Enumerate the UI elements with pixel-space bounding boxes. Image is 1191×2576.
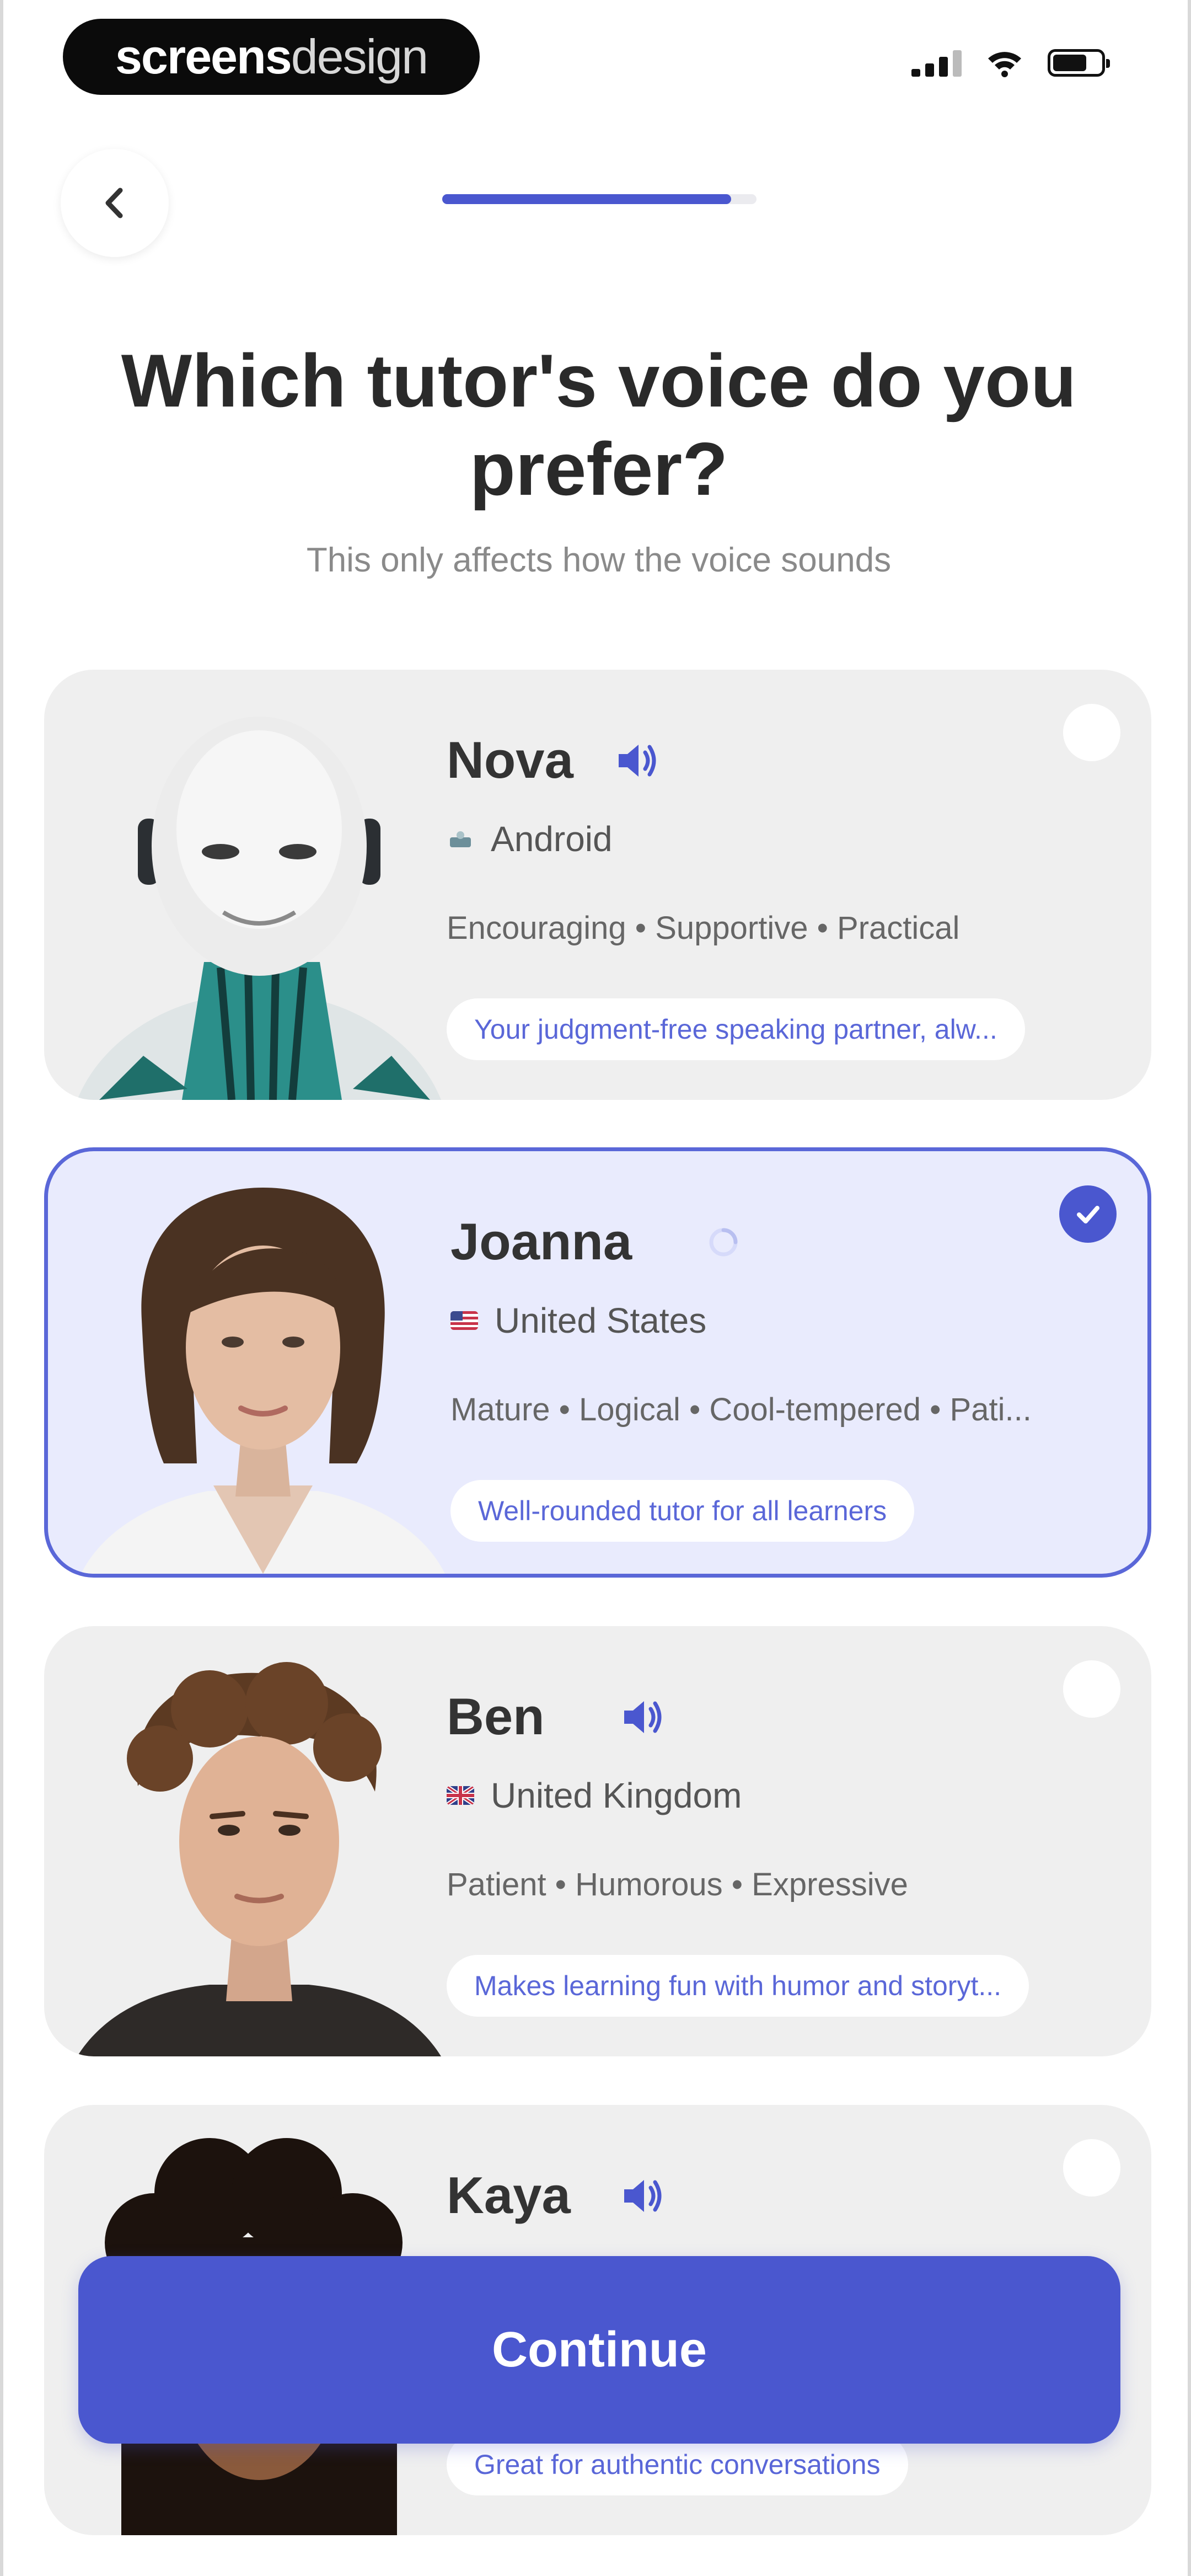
onboarding-progress-bar	[442, 194, 757, 204]
tutor-name: Kaya	[447, 2166, 571, 2224]
battery-icon	[1048, 49, 1110, 77]
tutor-origin: Android	[447, 819, 613, 859]
tutor-name: Ben	[447, 1687, 545, 1745]
brand-logo-light: design	[291, 29, 428, 84]
tutor-card-joanna[interactable]: Joanna United States Mature • Logical • …	[44, 1147, 1151, 1578]
tutor-traits: Mature • Logical • Cool-tempered • Pati.…	[450, 1392, 1032, 1428]
speaker-icon[interactable]	[612, 736, 662, 785]
tutor-name: Joanna	[450, 1212, 632, 1270]
tutor-tagline: Your judgment-free speaking partner, alw…	[447, 998, 1025, 1060]
select-radio[interactable]	[1063, 704, 1120, 761]
tutor-card-ben[interactable]: Ben United Kingdom Patient • Humorous • …	[44, 1626, 1151, 2056]
tutor-card-nova[interactable]: Nova Android Encouraging • Supportive • …	[44, 670, 1151, 1100]
joanna-portrait	[81, 1188, 445, 1574]
brand-logo: screens design	[63, 19, 480, 95]
continue-button[interactable]: Continue	[78, 2256, 1120, 2444]
tutor-origin-label: United Kingdom	[491, 1776, 742, 1815]
us-flag-icon	[450, 1311, 478, 1330]
uk-flag-icon	[447, 1786, 474, 1805]
speaker-icon[interactable]	[618, 1692, 667, 1742]
progress-fill	[442, 194, 732, 204]
tutor-origin: United States	[450, 1300, 706, 1341]
checkmark-icon	[1077, 1206, 1099, 1223]
page-title: Which tutor's voice do you prefer?	[121, 339, 1077, 511]
tutor-origin-label: Android	[491, 819, 613, 859]
speaker-icon[interactable]	[618, 2171, 667, 2221]
brand-logo-bold: screens	[115, 29, 292, 84]
nova-portrait	[77, 717, 441, 1100]
tutor-origin-label: United States	[495, 1301, 707, 1340]
tutor-tagline: Makes learning fun with humor and storyt…	[447, 1955, 1029, 2017]
tutor-tagline: Well-rounded tutor for all learners	[450, 1480, 915, 1542]
select-radio[interactable]	[1063, 1660, 1120, 1718]
tutor-traits: Patient • Humorous • Expressive	[447, 1867, 908, 1902]
phone-frame: screens design Which tutor's voice do you…	[0, 0, 1191, 2576]
tutor-traits: Encouraging • Supportive • Practical	[447, 910, 960, 946]
speaker-loading-icon[interactable]	[699, 1217, 748, 1267]
wifi-icon	[988, 52, 1021, 77]
select-radio[interactable]	[1063, 2139, 1120, 2196]
selected-check[interactable]	[1059, 1185, 1117, 1243]
tutor-name: Nova	[447, 731, 573, 789]
status-bar	[911, 49, 1110, 77]
page-subtitle: This only affects how the voice sounds	[306, 541, 892, 579]
chevron-left-icon	[105, 188, 123, 218]
tutor-origin: United Kingdom	[447, 1775, 742, 1816]
android-robot-icon	[450, 831, 471, 847]
cellular-signal-icon	[911, 49, 962, 77]
back-button[interactable]	[61, 149, 169, 257]
ben-portrait	[77, 1662, 441, 2056]
